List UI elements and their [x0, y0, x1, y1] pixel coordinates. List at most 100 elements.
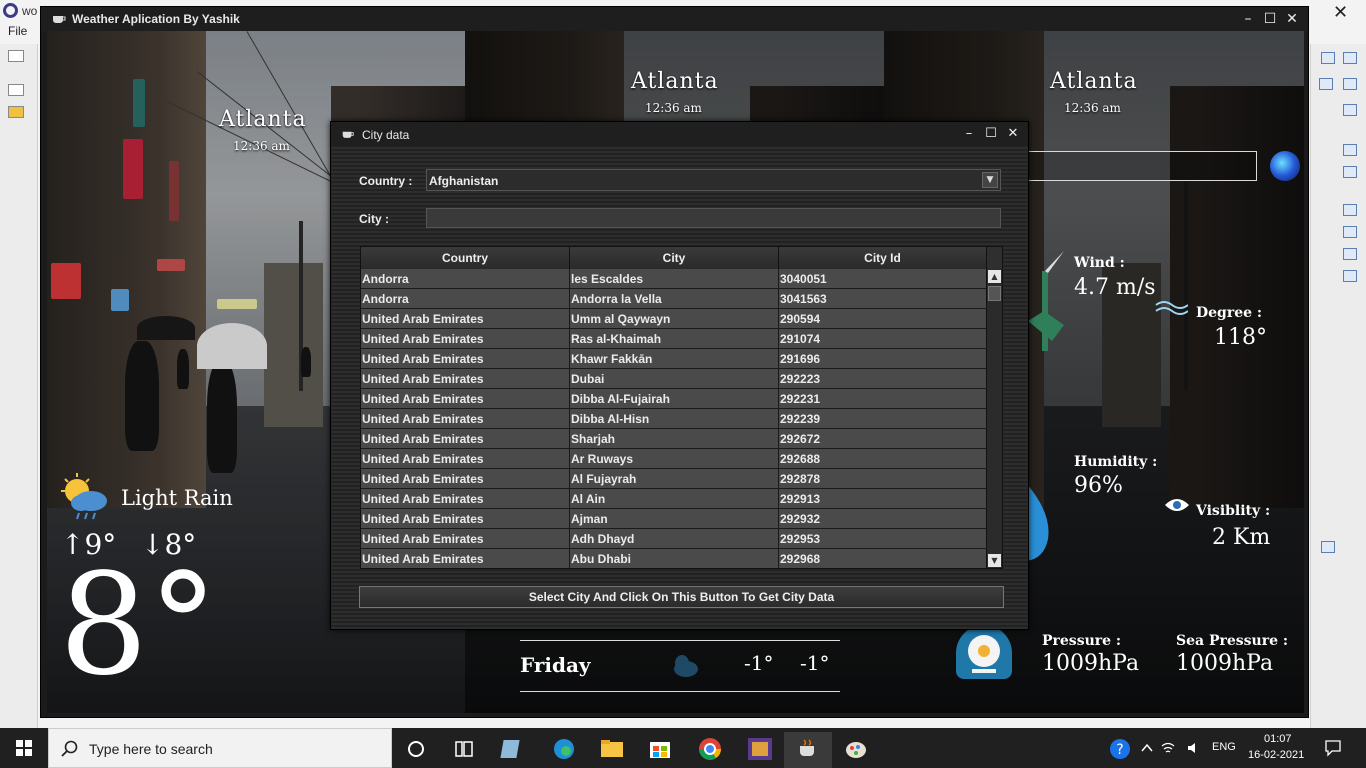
get-city-data-button[interactable]: Select City And Click On This Button To … [359, 586, 1004, 608]
cell-city-id[interactable]: 292913 [779, 489, 987, 509]
table-row[interactable]: United Arab Emirates Ras al-Khaimah 291074 [361, 329, 987, 349]
cell-city-id[interactable]: 292953 [779, 529, 987, 549]
close-button[interactable]: ✕ [1281, 9, 1303, 29]
table-row[interactable]: Andorra les Escaldes 3040051 [361, 269, 987, 289]
cell-city-id[interactable]: 291696 [779, 349, 987, 369]
minimize-button[interactable]: – [1237, 9, 1259, 29]
eclipse-ide-icon[interactable] [736, 732, 784, 768]
cell-country[interactable]: Andorra [361, 289, 570, 309]
table-row[interactable]: United Arab Emirates Adh Dhayd 292953 [361, 529, 987, 549]
cortana-icon[interactable] [392, 732, 440, 768]
file-explorer-icon[interactable] [588, 732, 636, 768]
cell-country[interactable]: United Arab Emirates [361, 389, 570, 409]
cell-city[interactable]: les Escaldes [570, 269, 779, 289]
cell-country[interactable]: United Arab Emirates [361, 409, 570, 429]
cell-city[interactable]: Dubai [570, 369, 779, 389]
toolbar-git-icon[interactable] [8, 106, 24, 118]
table-row[interactable]: United Arab Emirates Al Fujayrah 292878 [361, 469, 987, 489]
tasks-icon[interactable] [1343, 226, 1357, 238]
perspective-java-icon[interactable] [1343, 52, 1357, 64]
cell-city[interactable]: Ajman [570, 509, 779, 529]
windows-start-icon[interactable] [0, 728, 48, 768]
cell-city-id[interactable]: 291074 [779, 329, 987, 349]
clock-date[interactable]: 16-02-2021 [1248, 749, 1304, 761]
cell-city[interactable]: Ras al-Khaimah [570, 329, 779, 349]
cell-country[interactable]: United Arab Emirates [361, 509, 570, 529]
table-row[interactable]: United Arab Emirates Ar Ruways 292688 [361, 449, 987, 469]
cell-country[interactable]: United Arab Emirates [361, 449, 570, 469]
scroll-thumb[interactable] [988, 286, 1001, 301]
cell-city-id[interactable]: 3041563 [779, 289, 987, 309]
perspective-icon[interactable] [1321, 52, 1335, 64]
search-button[interactable] [1270, 151, 1300, 181]
table-row[interactable]: United Arab Emirates Abu Dhabi 292968 [361, 549, 987, 568]
country-select[interactable]: Afghanistan ▼ [426, 169, 1001, 191]
language-indicator[interactable]: ENG [1212, 741, 1236, 753]
city-search-input[interactable] [1025, 151, 1257, 181]
cell-city-id[interactable]: 292231 [779, 389, 987, 409]
cell-city[interactable]: Khawr Fakkān [570, 349, 779, 369]
task-view-icon[interactable] [440, 732, 488, 768]
cell-city-id[interactable]: 292223 [779, 369, 987, 389]
cell-city-id[interactable]: 292688 [779, 449, 987, 469]
toolbar-minimize-icon[interactable] [8, 84, 24, 96]
scroll-down-icon[interactable]: ▼ [988, 554, 1001, 567]
restore-icon[interactable] [1321, 541, 1335, 553]
cell-country[interactable]: United Arab Emirates [361, 329, 570, 349]
table-scrollbar[interactable]: ▲ ▼ [986, 269, 1002, 568]
column-city-id[interactable]: City Id [779, 247, 987, 269]
chevron-down-icon[interactable]: ▼ [982, 172, 998, 188]
store-icon[interactable] [636, 732, 684, 768]
dialog-maximize-button[interactable]: ☐ [980, 124, 1002, 144]
cell-country[interactable]: Andorra [361, 269, 570, 289]
cell-city[interactable]: Sharjah [570, 429, 779, 449]
clock-time[interactable]: 01:07 [1264, 733, 1292, 745]
console-icon[interactable] [1343, 248, 1357, 260]
city-input[interactable] [426, 208, 1001, 228]
column-city[interactable]: City [570, 247, 779, 269]
table-row[interactable]: United Arab Emirates Umm al Qaywayn 290594 [361, 309, 987, 329]
edge-browser-icon[interactable] [540, 732, 588, 768]
cell-country[interactable]: United Arab Emirates [361, 469, 570, 489]
dialog-close-button[interactable]: ✕ [1002, 124, 1024, 144]
outline-icon[interactable] [1343, 104, 1357, 116]
city-dialog-titlebar[interactable]: City data – ☐ ✕ [331, 122, 1028, 146]
cell-country[interactable]: United Arab Emirates [361, 529, 570, 549]
weather-window-titlebar[interactable]: Weather Aplication By Yashik – ☐ ✕ [41, 7, 1308, 31]
table-row[interactable]: United Arab Emirates Al Ain 292913 [361, 489, 987, 509]
view-minimize-icon-2[interactable] [1343, 144, 1357, 156]
toolbar-new-icon[interactable] [8, 50, 24, 62]
volume-icon[interactable] [1186, 740, 1202, 756]
cell-city[interactable]: Andorra la Vella [570, 289, 779, 309]
help-icon[interactable]: ? [1108, 737, 1132, 761]
taskbar-search-input[interactable]: Type here to search [48, 728, 392, 768]
cell-country[interactable]: United Arab Emirates [361, 549, 570, 568]
cell-city[interactable]: Abu Dhabi [570, 549, 779, 568]
java-app-icon[interactable] [784, 732, 832, 768]
cell-country[interactable]: United Arab Emirates [361, 489, 570, 509]
table-row[interactable]: United Arab Emirates Dibba Al-Fujairah 292… [361, 389, 987, 409]
column-country[interactable]: Country [361, 247, 570, 269]
table-row[interactable]: United Arab Emirates Khawr Fakkān 291696 [361, 349, 987, 369]
cell-city-id[interactable]: 292239 [779, 409, 987, 429]
paint-app-icon[interactable] [832, 732, 880, 768]
cell-city-id[interactable]: 292672 [779, 429, 987, 449]
cell-city-id[interactable]: 292932 [779, 509, 987, 529]
notification-icon[interactable] [1324, 739, 1342, 757]
cell-country[interactable]: United Arab Emirates [361, 349, 570, 369]
view-minimize-icon[interactable] [1319, 78, 1333, 90]
files-app-icon[interactable] [490, 732, 538, 768]
cell-city[interactable]: Al Ain [570, 489, 779, 509]
hierarchy-icon[interactable] [1343, 166, 1357, 178]
ide-close-icon[interactable]: ✕ [1333, 2, 1348, 23]
cell-country[interactable]: United Arab Emirates [361, 429, 570, 449]
cell-city[interactable]: Ar Ruways [570, 449, 779, 469]
cell-city[interactable]: Dibba Al-Fujairah [570, 389, 779, 409]
chevron-up-icon[interactable] [1140, 741, 1154, 755]
view-minimize-icon-3[interactable] [1343, 204, 1357, 216]
cell-city-id[interactable]: 292968 [779, 549, 987, 568]
cell-city[interactable]: Adh Dhayd [570, 529, 779, 549]
maximize-button[interactable]: ☐ [1259, 9, 1281, 29]
dialog-minimize-button[interactable]: – [958, 124, 980, 144]
cell-city-id[interactable]: 290594 [779, 309, 987, 329]
